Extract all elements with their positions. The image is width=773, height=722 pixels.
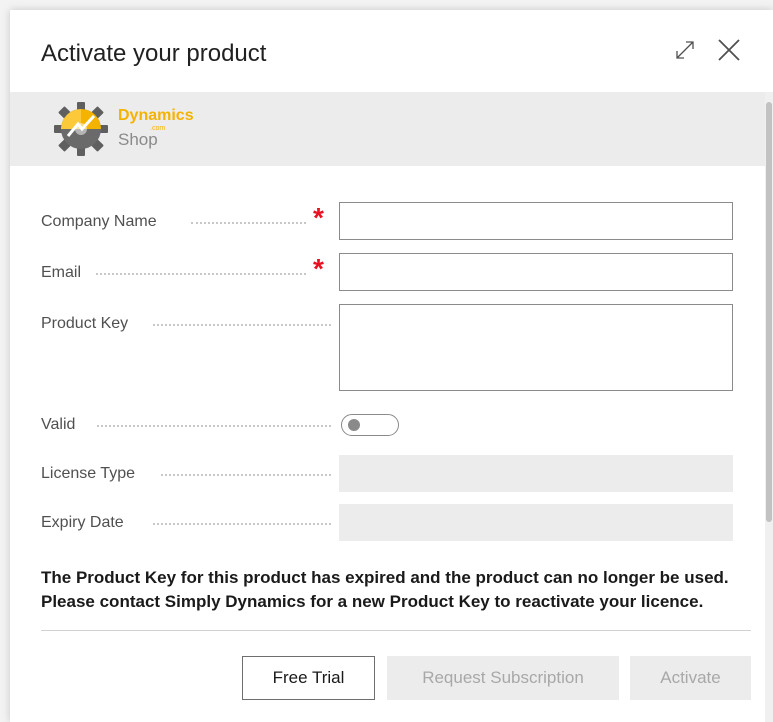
request-subscription-button[interactable]: Request Subscription — [387, 656, 619, 700]
email-label: Email — [41, 264, 82, 281]
product-key-row: Product Key — [41, 303, 736, 393]
logo-shop-text: Shop — [118, 130, 158, 149]
license-type-field — [339, 455, 733, 492]
expand-icon[interactable] — [673, 38, 697, 62]
dots-leader — [153, 324, 331, 326]
dialog-title: Activate your product — [41, 40, 267, 67]
company-name-input[interactable] — [339, 202, 733, 240]
gear-logo-icon — [54, 102, 108, 156]
brand-banner: Dynamics .com Shop — [10, 92, 765, 166]
free-trial-button[interactable]: Free Trial — [242, 656, 375, 700]
expired-key-message: The Product Key for this product has exp… — [41, 568, 729, 611]
expiry-date-row: Expiry Date — [41, 504, 736, 542]
valid-row: Valid — [41, 414, 736, 438]
expiry-date-field — [339, 504, 733, 541]
footer-divider — [41, 630, 751, 631]
required-marker: * — [313, 202, 324, 233]
activate-button[interactable]: Activate — [630, 656, 751, 700]
product-key-label: Product Key — [41, 315, 129, 332]
product-key-textarea[interactable] — [339, 304, 733, 391]
activate-product-dialog: Activate your product Dynamics .com Shop… — [10, 10, 773, 722]
scrollbar-thumb[interactable] — [766, 102, 772, 522]
dots-leader — [97, 425, 331, 427]
license-type-label: License Type — [41, 465, 135, 482]
valid-toggle[interactable] — [341, 414, 399, 436]
valid-label: Valid — [41, 416, 76, 433]
dots-leader — [153, 523, 331, 525]
dots-leader — [161, 474, 331, 476]
company-name-row: Company Name * — [41, 200, 736, 244]
license-type-row: License Type — [41, 455, 736, 493]
dialog-header: Activate your product — [10, 10, 773, 92]
dots-leader — [96, 273, 306, 275]
required-marker: * — [313, 253, 324, 284]
toggle-knob — [348, 419, 360, 431]
expiry-date-label: Expiry Date — [41, 514, 124, 531]
close-icon[interactable] — [715, 36, 743, 64]
email-input[interactable] — [339, 253, 733, 291]
company-name-label: Company Name — [41, 213, 157, 230]
vertical-scrollbar[interactable] — [765, 92, 773, 722]
dots-leader — [191, 222, 306, 224]
email-row: Email * — [41, 251, 736, 295]
logo-brand-text: Dynamics — [118, 107, 194, 124]
